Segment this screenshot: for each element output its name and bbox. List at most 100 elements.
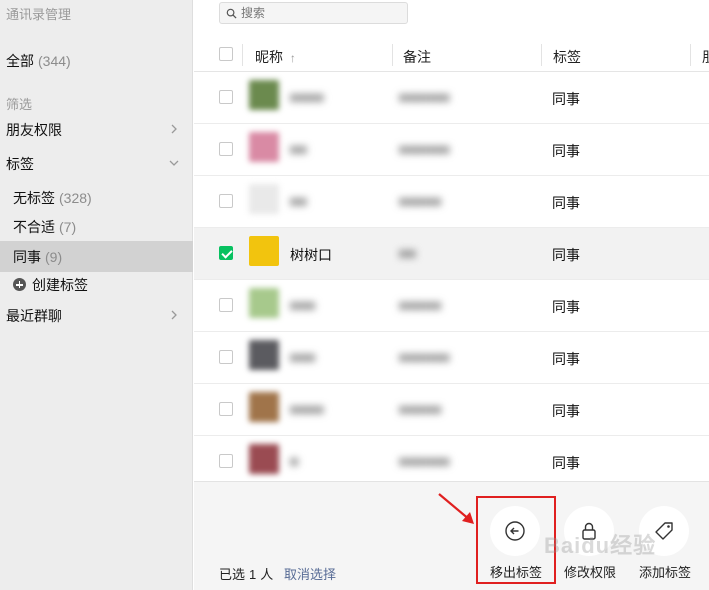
row-checkbox[interactable] (219, 350, 233, 364)
contact-tag: 同事 (552, 195, 580, 211)
table-row[interactable]: ■■■■■■■■同事 (194, 124, 709, 176)
contact-note: ■■■■■■ (399, 89, 450, 105)
selection-suffix: 人 (260, 567, 274, 582)
sidebar-item-tag-untagged[interactable]: 无标签 (328) (0, 182, 193, 213)
sidebar-item-label: 标签 (6, 155, 34, 172)
annotation-arrow-icon (438, 493, 474, 524)
sidebar-item-label: 全部 (6, 52, 34, 69)
sidebar-item-label: 最近群聊 (6, 307, 62, 324)
sidebar-item-friend-permissions[interactable]: 朋友权限 (0, 114, 193, 145)
avatar (249, 444, 279, 474)
table-header: 昵称 ↑ 备注 标签 朋 (194, 38, 709, 72)
column-divider (541, 44, 542, 66)
plus-icon (13, 278, 26, 291)
avatar (249, 288, 279, 318)
row-checkbox[interactable] (219, 90, 233, 104)
row-checkbox[interactable] (219, 454, 233, 468)
contact-note: ■■■■■■ (399, 453, 450, 469)
sidebar: 通讯录管理 全部 (344) 筛选 朋友权限 标签 无标签 (328) 不合适 … (0, 0, 193, 590)
contact-tag: 同事 (552, 403, 580, 419)
row-checkbox[interactable] (219, 298, 233, 312)
filter-section-label: 筛选 (6, 97, 33, 112)
sidebar-title: 通讯录管理 (6, 7, 72, 22)
sidebar-item-tag-colleague[interactable]: 同事 (9) (0, 241, 193, 272)
contact-note: ■■■■■ (399, 297, 442, 313)
table-row[interactable]: ■■■■ ■■■■■■ 同事 (194, 72, 709, 124)
selection-summary: 已选 1 人 (219, 564, 273, 583)
chevron-right-icon (171, 124, 177, 134)
row-checkbox[interactable] (219, 142, 233, 156)
select-all-checkbox[interactable] (219, 47, 233, 61)
selection-prefix: 已选 (219, 567, 246, 582)
column-header-extra[interactable]: 朋 (702, 47, 709, 67)
chevron-right-icon (171, 310, 177, 320)
column-divider (242, 44, 243, 66)
column-header-note[interactable]: 备注 (403, 47, 431, 67)
contact-nickname: ■■ (290, 141, 307, 157)
table-row[interactable]: ■■■■■■■同事 (194, 176, 709, 228)
column-header-tag[interactable]: 标签 (553, 47, 581, 67)
avatar (249, 236, 279, 266)
contact-tag: 同事 (552, 455, 580, 471)
column-header-label: 昵称 (255, 49, 283, 65)
sidebar-item-tag-unsuitable[interactable]: 不合适 (7) (0, 211, 193, 242)
avatar (249, 184, 279, 214)
search-input[interactable] (241, 6, 391, 20)
avatar (249, 340, 279, 370)
contact-nickname: ■■■■ (290, 89, 324, 105)
contact-nickname: ■■■ (290, 297, 316, 313)
search-icon (226, 8, 237, 19)
sidebar-item-count: (9) (45, 248, 63, 265)
contact-nickname: ■■ (290, 193, 307, 209)
contact-tag: 同事 (552, 143, 580, 159)
sidebar-item-label: 不合适 (13, 218, 55, 235)
sidebar-item-label: 朋友权限 (6, 121, 62, 138)
row-checkbox[interactable] (219, 246, 233, 260)
contact-nickname: 树树口 (290, 247, 332, 263)
sidebar-item-label: 无标签 (13, 189, 55, 206)
column-divider (392, 44, 393, 66)
watermark-text: Baidu经验 (544, 533, 657, 558)
sidebar-item-all[interactable]: 全部 (344) (0, 45, 193, 76)
main-panel: 昵称 ↑ 备注 标签 朋 ■■■■■■■■■■同事■■■■■■■■同事■■■■■… (194, 0, 709, 590)
contact-note: ■■■■■■ (399, 349, 450, 365)
table-row[interactable]: ■■■■■■■■■同事 (194, 332, 709, 384)
avatar (249, 80, 279, 110)
sidebar-item-label: 同事 (13, 248, 41, 265)
avatar (249, 132, 279, 162)
column-divider (690, 44, 691, 66)
modify-permissions-label: 修改权限 (563, 565, 616, 580)
contact-nickname: ■■■ (290, 349, 316, 365)
avatar (249, 392, 279, 422)
contact-tag: 同事 (552, 351, 580, 367)
row-checkbox[interactable] (219, 194, 233, 208)
table-row[interactable]: ■■■■■■■■■同事 (194, 384, 709, 436)
sidebar-item-count: (328) (59, 189, 92, 206)
contact-nickname: ■ (290, 453, 299, 469)
action-footer: 已选 1 人 取消选择 移出标签 修改权限 添加标签 Baidu经验 (194, 481, 709, 590)
sort-arrow-icon: ↑ (289, 51, 296, 65)
contact-note: ■■■■■ (399, 401, 442, 417)
contact-tag: 同事 (552, 91, 580, 107)
cancel-selection-link[interactable]: 取消选择 (284, 564, 336, 583)
contact-tag: 同事 (552, 299, 580, 315)
sidebar-item-recent-groups[interactable]: 最近群聊 (0, 300, 193, 331)
create-tag-label: 创建标签 (32, 276, 88, 293)
contact-tag: 同事 (552, 247, 580, 263)
selection-count: 1 (249, 567, 257, 582)
create-tag-button[interactable]: 创建标签 (0, 269, 193, 300)
contact-nickname: ■■■■ (290, 401, 324, 417)
table-row[interactable]: 树树口 ■■ 同事 (194, 228, 709, 280)
sidebar-item-tags[interactable]: 标签 (0, 148, 193, 179)
chevron-down-icon (169, 160, 179, 166)
contact-note: ■■ (399, 245, 416, 261)
add-tag-label: 添加标签 (638, 565, 691, 580)
contact-note: ■■■■■ (399, 193, 442, 209)
sidebar-item-count: (7) (59, 218, 77, 235)
search-bar[interactable] (219, 2, 408, 24)
sidebar-item-count: (344) (38, 52, 71, 69)
contact-note: ■■■■■■ (399, 141, 450, 157)
row-checkbox[interactable] (219, 402, 233, 416)
column-header-nickname[interactable]: 昵称 ↑ (255, 47, 296, 67)
table-row[interactable]: ■■■■■■■■同事 (194, 280, 709, 332)
